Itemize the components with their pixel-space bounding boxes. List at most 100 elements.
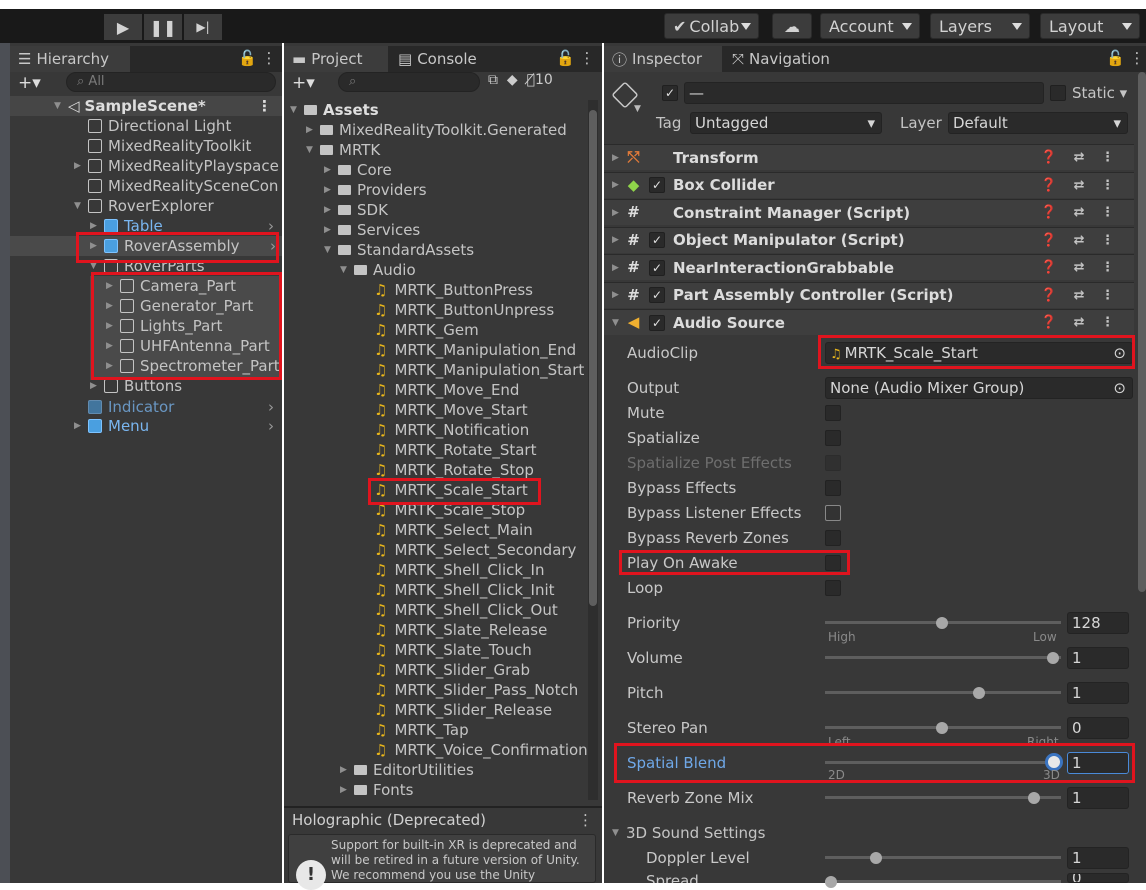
- foldout-icon[interactable]: ▶: [612, 180, 626, 190]
- component-menu-icons[interactable]: ❓ ⇄ ⋮: [1041, 260, 1120, 275]
- reverb-zone-mix-knob[interactable]: [1028, 792, 1040, 804]
- pitch-slider[interactable]: [825, 691, 1061, 694]
- audio-file-row[interactable]: ♫ MRTK_Rotate_Start: [374, 440, 536, 460]
- chevron-right-icon[interactable]: ›: [268, 417, 274, 435]
- folder-row[interactable]: ▶ SDK: [324, 200, 388, 220]
- component-header[interactable]: ▶ ⤲ Transform ❓ ⇄ ⋮: [604, 144, 1134, 170]
- create-button[interactable]: +▾: [292, 73, 315, 93]
- chevron-right-icon[interactable]: ›: [270, 237, 276, 255]
- hierarchy-item[interactable]: ▼ RoverParts: [90, 256, 205, 276]
- foldout-icon[interactable]: ▶: [612, 153, 626, 163]
- audio-file-row[interactable]: ♫ MRTK_Move_End: [374, 380, 519, 400]
- chevron-right-icon[interactable]: ›: [268, 398, 274, 416]
- object-name-field[interactable]: —: [684, 82, 1044, 104]
- spatial-blend-slider[interactable]: [825, 761, 1061, 764]
- audio-file-row[interactable]: ♫ MRTK_Tap: [374, 720, 469, 740]
- hierarchy-item[interactable]: Indicator ›: [88, 397, 280, 417]
- account-dropdown[interactable]: Account: [820, 13, 920, 39]
- audio-file-row[interactable]: ♫ MRTK_Select_Main: [374, 520, 533, 540]
- component-enabled-checkbox[interactable]: ✓: [649, 287, 665, 303]
- lock-icon[interactable]: 🔓 ⋮: [1106, 49, 1144, 67]
- foldout-icon[interactable]: ▶: [612, 263, 626, 273]
- project-toolbar-icons[interactable]: ⧉ ◆ 👁̸10: [488, 72, 553, 88]
- component-enabled-checkbox[interactable]: ✓: [649, 259, 665, 276]
- volume-field[interactable]: 1: [1067, 647, 1129, 669]
- bool-property-checkbox[interactable]: [825, 430, 841, 446]
- volume-knob[interactable]: [1047, 652, 1059, 664]
- component-menu-icons[interactable]: ❓ ⇄ ⋮: [1041, 233, 1120, 248]
- hierarchy-item[interactable]: ▶ UHFAntenna_Part: [106, 336, 270, 356]
- folder-row[interactable]: ▼ Assets: [290, 100, 379, 120]
- doppler-level-slider[interactable]: [825, 856, 1061, 859]
- audio-file-row[interactable]: ♫ MRTK_Select_Secondary: [374, 540, 576, 560]
- component-menu-icons[interactable]: ❓ ⇄ ⋮: [1041, 150, 1120, 165]
- scrollbar-thumb[interactable]: [589, 110, 597, 606]
- folder-row[interactable]: ▶ Core: [324, 160, 392, 180]
- hierarchy-item[interactable]: ▶ MixedRealityPlayspace: [74, 156, 279, 176]
- audio-file-row[interactable]: ♫ MRTK_Slider_Pass_Notch: [374, 680, 578, 700]
- 3d-sound-settings-foldout[interactable]: ▼ 3D Sound Settings: [612, 823, 765, 843]
- stereo-pan-knob[interactable]: [936, 722, 948, 734]
- priority-knob[interactable]: [936, 617, 948, 629]
- component-header[interactable]: ▶ # ✓ Part Assembly Controller (Script) ❓ ⇄ …: [604, 281, 1134, 308]
- folder-row[interactable]: ▶ Services: [324, 220, 420, 240]
- component-menu-icons[interactable]: ❓ ⇄ ⋮: [1041, 178, 1120, 193]
- audioclip-field[interactable]: ♫ MRTK_Scale_Start ⊙: [825, 342, 1133, 364]
- foldout-icon[interactable]: ▼: [612, 318, 626, 328]
- folder-row[interactable]: ▼ StandardAssets: [324, 240, 474, 260]
- layer-dropdown[interactable]: Default ▾: [948, 112, 1128, 134]
- inspector-scrollbar[interactable]: [1138, 72, 1146, 592]
- audio-file-row[interactable]: ♫ MRTK_Shell_Click_In: [374, 560, 545, 580]
- audio-file-row[interactable]: ♫ MRTK_Voice_Confirmation: [374, 740, 588, 760]
- audio-file-row[interactable]: ♫ MRTK_Shell_Click_Init: [374, 580, 555, 600]
- active-checkbox[interactable]: ✓: [662, 85, 678, 101]
- hierarchy-item[interactable]: ▶ Spectrometer_Part: [106, 356, 280, 376]
- audio-file-row[interactable]: ♫ MRTK_Notification: [374, 420, 529, 440]
- component-header[interactable]: ▶ ◆ ✓ Box Collider ❓ ⇄ ⋮: [604, 171, 1134, 198]
- reverb-zone-mix-field[interactable]: 1: [1067, 787, 1129, 809]
- collab-button[interactable]: ✔ Collab: [664, 13, 759, 39]
- hierarchy-search[interactable]: ⌕ All: [66, 72, 276, 92]
- cloud-button[interactable]: ☁: [772, 13, 812, 39]
- spread-field[interactable]: 0: [1067, 873, 1129, 883]
- static-checkbox[interactable]: [1050, 85, 1066, 101]
- foldout-icon[interactable]: ▶: [612, 235, 626, 245]
- folder-row[interactable]: ▼ MRTK: [306, 140, 380, 160]
- foldout-icon[interactable]: ▶: [612, 208, 626, 218]
- audio-file-row[interactable]: ♫ MRTK_Slider_Release: [374, 700, 552, 720]
- hierarchy-item[interactable]: ▶ Table ›: [90, 216, 280, 236]
- audio-file-row[interactable]: ♫ MRTK_Manipulation_End: [374, 340, 576, 360]
- volume-slider[interactable]: [825, 656, 1061, 659]
- audio-file-row[interactable]: ♫ MRTK_Rotate_Stop: [374, 460, 534, 480]
- tab-navigation[interactable]: ⤧ Navigation: [724, 46, 844, 72]
- folder-row[interactable]: ▶ MixedRealityToolkit.Generated: [306, 120, 567, 140]
- audio-file-row[interactable]: ♫ MRTK_Gem: [374, 320, 479, 340]
- bool-property-checkbox[interactable]: [825, 455, 841, 471]
- audio-file-row[interactable]: ♫ MRTK_Slider_Grab: [374, 660, 530, 680]
- layers-dropdown[interactable]: Layers: [930, 13, 1030, 39]
- scene-menu-icon[interactable]: ⋮: [257, 97, 272, 115]
- doppler-level-field[interactable]: 1: [1067, 847, 1129, 869]
- foldout-icon[interactable]: ▶: [612, 290, 626, 300]
- hierarchy-item[interactable]: ▶ Lights_Part: [106, 316, 222, 336]
- folder-row[interactable]: ▶ Providers: [324, 180, 427, 200]
- hierarchy-item[interactable]: Directional Light: [88, 116, 231, 136]
- lock-icon[interactable]: 🔓 ⋮: [238, 49, 276, 67]
- audio-file-row[interactable]: ♫ MRTK_ButtonUnpress: [374, 300, 554, 320]
- reverb-zone-mix-slider[interactable]: [825, 796, 1061, 799]
- component-enabled-checkbox[interactable]: ✓: [649, 177, 665, 193]
- hierarchy-item[interactable]: ▶ Camera_Part: [106, 276, 236, 296]
- component-header[interactable]: ▶ # ✓ Object Manipulator (Script) ❓ ⇄ ⋮: [604, 226, 1134, 253]
- bool-property-checkbox[interactable]: [825, 405, 841, 421]
- hierarchy-item[interactable]: ▼ RoverExplorer: [74, 196, 214, 216]
- hierarchy-item-selected[interactable]: ▶ RoverAssembly ›: [10, 236, 282, 256]
- play-button[interactable]: ▶: [104, 14, 142, 40]
- audio-file-row[interactable]: ♫ MRTK_Scale_Start: [374, 480, 528, 500]
- hierarchy-item[interactable]: ▶ Buttons: [90, 376, 182, 396]
- add-button[interactable]: +▾: [18, 73, 41, 93]
- tab-project[interactable]: ▬ Project: [284, 46, 388, 72]
- project-scrollbar[interactable]: [588, 100, 598, 800]
- tab-inspector[interactable]: ⓘ Inspector: [604, 46, 722, 72]
- component-header[interactable]: ▶ # ✓ NearInteractionGrabbable ❓ ⇄ ⋮: [604, 254, 1134, 280]
- bool-property-checkbox[interactable]: [825, 480, 841, 496]
